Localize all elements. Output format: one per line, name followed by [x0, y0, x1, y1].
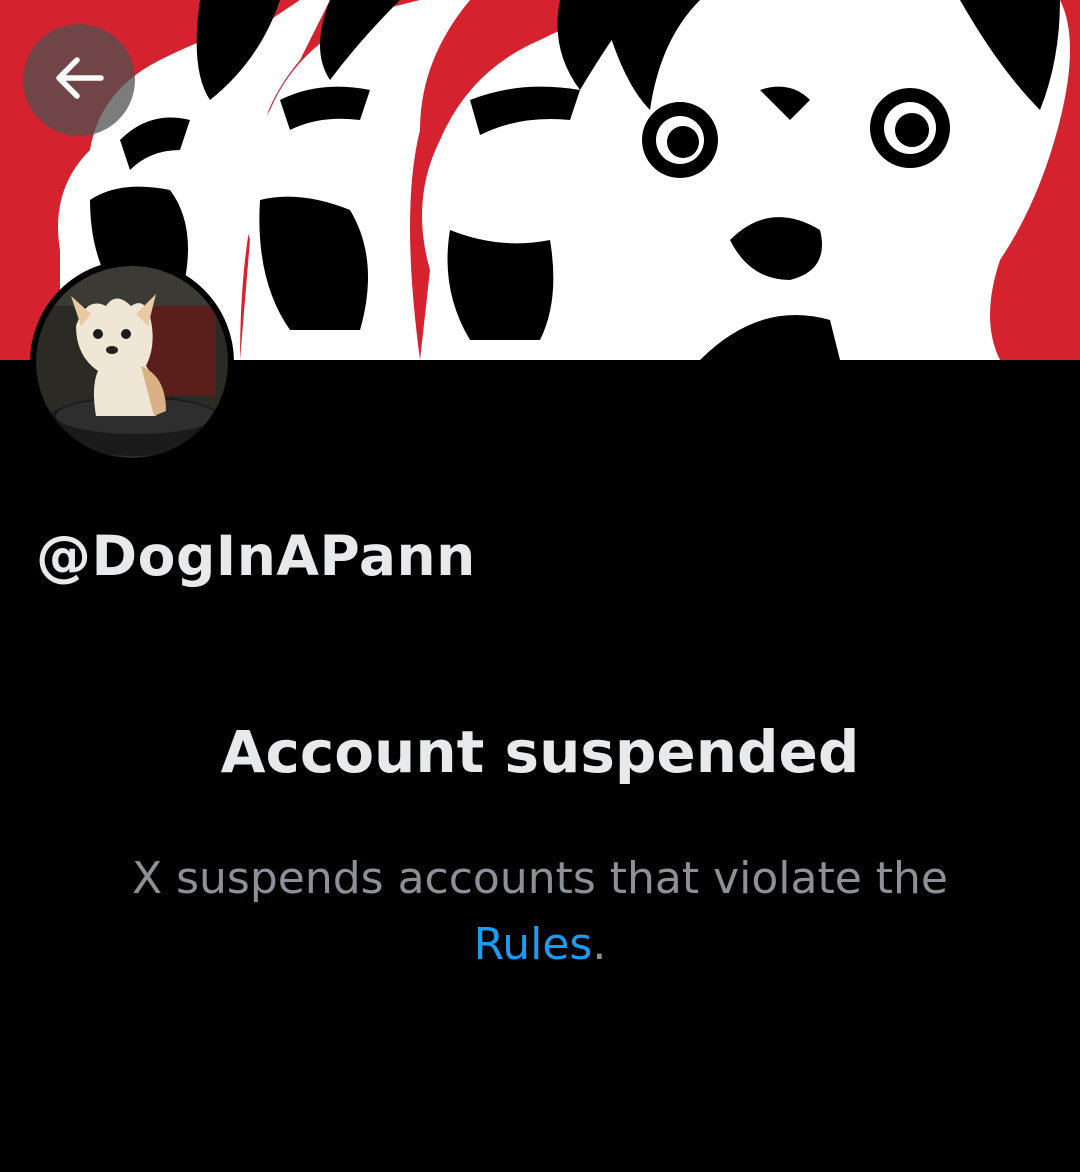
- avatar-image: [36, 266, 228, 458]
- rules-link[interactable]: Rules: [474, 919, 593, 970]
- suspension-message-period: .: [592, 919, 607, 970]
- back-button[interactable]: [23, 24, 135, 136]
- profile-handle: @DogInAPann: [36, 524, 476, 588]
- avatar[interactable]: [30, 260, 234, 464]
- suspension-title: Account suspended: [220, 718, 860, 786]
- arrow-left-icon: [51, 50, 107, 110]
- suspension-message: X suspends accounts that violate the Rul…: [100, 846, 980, 978]
- suspension-message-text: X suspends accounts that violate the: [131, 853, 949, 904]
